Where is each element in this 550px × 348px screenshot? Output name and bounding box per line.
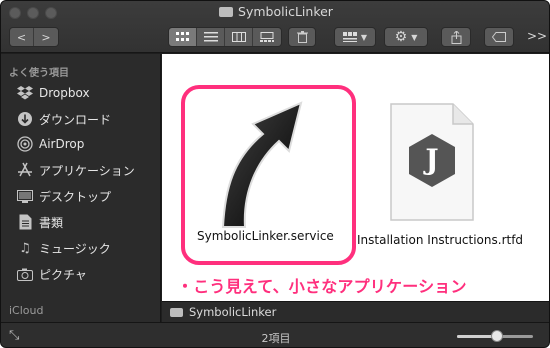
window-title: SymbolicLinker bbox=[1, 4, 549, 19]
sidebar-item-applications[interactable]: アプリケーション bbox=[17, 159, 135, 181]
music-icon: ♫ bbox=[19, 240, 31, 256]
sidebar-item-desktop[interactable]: デスクトップ bbox=[17, 185, 111, 207]
status-bar: ⤡ 2項目 bbox=[1, 322, 549, 347]
list-view-button[interactable] bbox=[197, 28, 225, 46]
airdrop-icon bbox=[17, 136, 33, 152]
share-icon bbox=[451, 30, 461, 44]
column-view-icon bbox=[231, 32, 246, 42]
drive-icon bbox=[170, 307, 183, 317]
icon-view-icon bbox=[175, 32, 189, 41]
arrange-button[interactable]: ▼ bbox=[334, 27, 376, 47]
path-item[interactable]: SymbolicLinker bbox=[189, 305, 276, 319]
sidebar-item-airdrop[interactable]: AirDrop bbox=[17, 133, 84, 155]
item-count: 2項目 bbox=[261, 332, 291, 345]
sidebar-item-label: デスクトップ bbox=[39, 189, 112, 204]
rtfd-glyph: J bbox=[422, 143, 438, 176]
action-button[interactable]: ⚙ ▼ bbox=[384, 27, 428, 47]
back-forward-control: < > bbox=[9, 27, 59, 47]
path-bar: SymbolicLinker bbox=[162, 301, 549, 322]
sidebar-item-downloads[interactable]: ダウンロード bbox=[17, 108, 111, 130]
gear-icon: ⚙ bbox=[394, 29, 408, 45]
file-name: Installation Instructions.rtfd bbox=[357, 233, 524, 247]
column-view-button[interactable] bbox=[225, 28, 253, 46]
sidebar: よく使う項目 Dropbox ダウンロード AirDrop アプリケーション デ… bbox=[1, 54, 161, 322]
chevron-down-icon: ▼ bbox=[360, 32, 368, 42]
share-button[interactable] bbox=[441, 27, 471, 47]
toolbar: SymbolicLinker < > ▼ ⚙ ▼ >> bbox=[1, 1, 549, 53]
forward-button[interactable]: > bbox=[34, 28, 58, 46]
sidebar-item-label: アプリケーション bbox=[39, 163, 135, 178]
documents-icon bbox=[17, 214, 33, 230]
more-toolbar-button[interactable]: >> bbox=[527, 29, 547, 43]
icloud-heading: iCloud bbox=[9, 304, 44, 317]
rtfd-document-icon: J bbox=[390, 103, 474, 221]
icon-view-button[interactable] bbox=[169, 28, 197, 46]
arrange-icon bbox=[342, 32, 357, 42]
window-title-text: SymbolicLinker bbox=[238, 4, 333, 19]
sidebar-item-label: Dropbox bbox=[39, 86, 90, 100]
finder-window: SymbolicLinker < > ▼ ⚙ ▼ >> よく使う項目 Dropb… bbox=[0, 0, 550, 348]
back-button[interactable]: < bbox=[10, 28, 34, 46]
sidebar-item-documents[interactable]: 書類 bbox=[17, 211, 63, 233]
dropbox-icon bbox=[17, 85, 33, 101]
sidebar-item-label: 書類 bbox=[39, 215, 64, 230]
sidebar-item-label: ピクチャ bbox=[39, 267, 87, 282]
tags-button[interactable] bbox=[484, 27, 514, 47]
list-view-icon bbox=[203, 32, 218, 42]
desktop-icon bbox=[17, 188, 33, 204]
slider-thumb[interactable] bbox=[491, 330, 503, 342]
sidebar-item-music[interactable]: ♫ ミュージック bbox=[17, 237, 111, 259]
pictures-icon bbox=[17, 266, 33, 282]
sidebar-item-label: ミュージック bbox=[39, 241, 111, 256]
gallery-view-button[interactable] bbox=[253, 28, 281, 46]
drive-icon bbox=[219, 7, 234, 17]
gallery-view-icon bbox=[260, 32, 274, 42]
icon-size-slider[interactable] bbox=[457, 330, 533, 342]
highlight-frame bbox=[181, 85, 356, 265]
chevron-down-icon: ▼ bbox=[411, 32, 418, 42]
view-mode-control bbox=[168, 27, 282, 47]
annotation-text: ・こう見えて、小さなアプリケーション bbox=[177, 277, 467, 296]
favorites-heading: よく使う項目 bbox=[9, 68, 69, 79]
trash-icon bbox=[296, 31, 308, 43]
sidebar-item-pictures[interactable]: ピクチャ bbox=[17, 263, 87, 285]
sidebar-item-dropbox[interactable]: Dropbox bbox=[17, 82, 90, 104]
sidebar-item-label: ダウンロード bbox=[39, 112, 112, 127]
delete-button[interactable] bbox=[288, 27, 316, 47]
file-item-rtfd[interactable]: J Installation Instructions.rtfd bbox=[357, 96, 523, 261]
tag-icon bbox=[492, 32, 506, 42]
sidebar-item-label: AirDrop bbox=[39, 137, 85, 151]
download-icon bbox=[17, 111, 33, 127]
applications-icon bbox=[17, 162, 33, 178]
